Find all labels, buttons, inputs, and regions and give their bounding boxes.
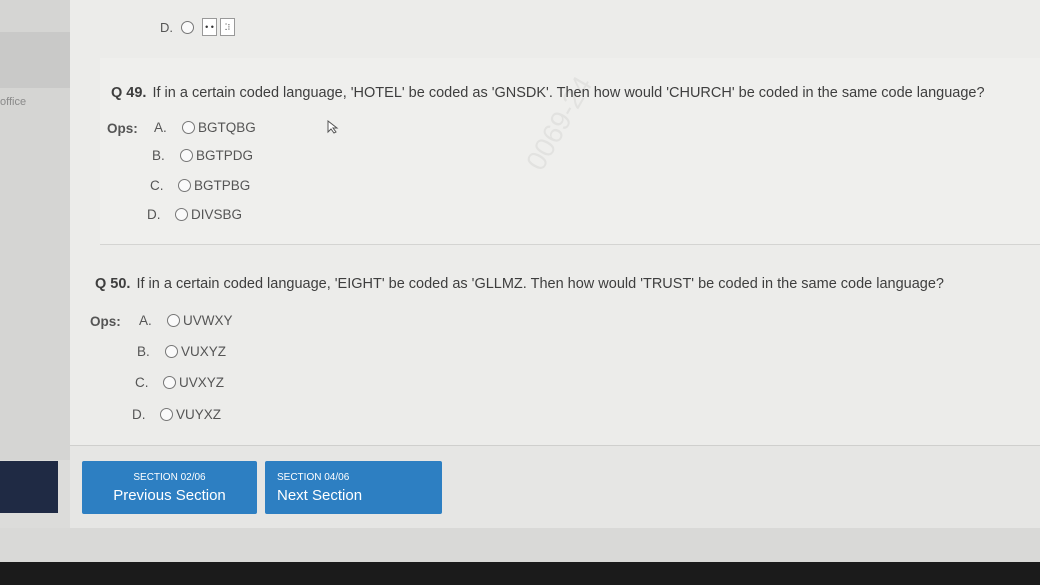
option-c[interactable]: C. UVXYZ	[135, 375, 224, 390]
radio-button[interactable]	[165, 345, 178, 358]
mouse-cursor-icon	[327, 120, 339, 134]
question-body: If in a certain coded language, 'HOTEL' …	[152, 85, 985, 101]
option-letter: D.	[147, 207, 161, 222]
next-section-button[interactable]: SECTION 04/06 Next Section	[265, 461, 442, 514]
option-letter: D.	[132, 407, 146, 422]
dark-sidebar-block	[0, 461, 58, 513]
radio-button[interactable]	[181, 20, 194, 34]
option-b[interactable]: B. BGTPDG	[152, 148, 253, 163]
dice-image: • • ⁚⁝	[202, 18, 235, 36]
question-50-text: Q 50. If in a certain coded language, 'EI…	[95, 276, 944, 292]
previous-section-button[interactable]: SECTION 02/06 Previous Section	[82, 461, 257, 514]
radio-button[interactable]	[180, 149, 193, 162]
radio-button[interactable]	[178, 179, 191, 192]
next-section-label: Next Section	[277, 487, 363, 504]
option-letter: D.	[160, 19, 173, 35]
dice-face: • •	[202, 18, 217, 36]
option-letter: C.	[150, 178, 164, 193]
radio-button[interactable]	[160, 408, 173, 421]
option-text: BGTQBG	[198, 120, 256, 135]
previous-option-d[interactable]: D. • • ⁚⁝	[160, 18, 235, 36]
option-text: VUXYZ	[181, 344, 227, 359]
previous-section-label: Previous Section	[113, 487, 226, 504]
option-text: VUYXZ	[176, 407, 222, 422]
option-text: BGTPBG	[194, 178, 251, 193]
option-d[interactable]: D. VUYXZ	[132, 407, 221, 422]
bottom-area	[0, 528, 1040, 562]
option-text: UVWXY	[183, 313, 233, 328]
previous-section-number: SECTION 02/06	[133, 472, 206, 483]
option-d[interactable]: D. DIVSBG	[147, 207, 242, 222]
question-number: Q 49.	[111, 85, 147, 101]
office-label: office	[0, 96, 27, 108]
ops-label: Ops:	[107, 121, 138, 136]
ops-label: Ops:	[90, 314, 121, 329]
option-a[interactable]: A. BGTQBG	[154, 120, 256, 135]
radio-button[interactable]	[182, 121, 195, 134]
option-text: UVXYZ	[179, 375, 225, 390]
next-section-number: SECTION 04/06	[277, 472, 350, 483]
option-letter: B.	[137, 344, 150, 359]
question-body: If in a certain coded language, 'EIGHT' …	[136, 276, 944, 292]
dice-face: ⁚⁝	[220, 18, 235, 36]
question-number: Q 50.	[95, 276, 131, 292]
question-49-text: Q 49. If in a certain coded language, 'HO…	[111, 85, 985, 101]
option-letter: B.	[152, 148, 165, 163]
option-text: BGTPDG	[196, 148, 254, 163]
option-b[interactable]: B. VUXYZ	[137, 344, 226, 359]
radio-button[interactable]	[167, 314, 180, 327]
radio-button[interactable]	[175, 208, 188, 221]
screen-bezel	[0, 562, 1040, 585]
option-letter: A.	[139, 313, 152, 328]
radio-button[interactable]	[163, 376, 176, 389]
option-c[interactable]: C. BGTPBG	[150, 178, 250, 193]
option-letter: A.	[154, 120, 167, 135]
option-text: DIVSBG	[191, 207, 243, 222]
option-letter: C.	[135, 375, 149, 390]
option-a[interactable]: A. UVWXY	[139, 313, 233, 328]
